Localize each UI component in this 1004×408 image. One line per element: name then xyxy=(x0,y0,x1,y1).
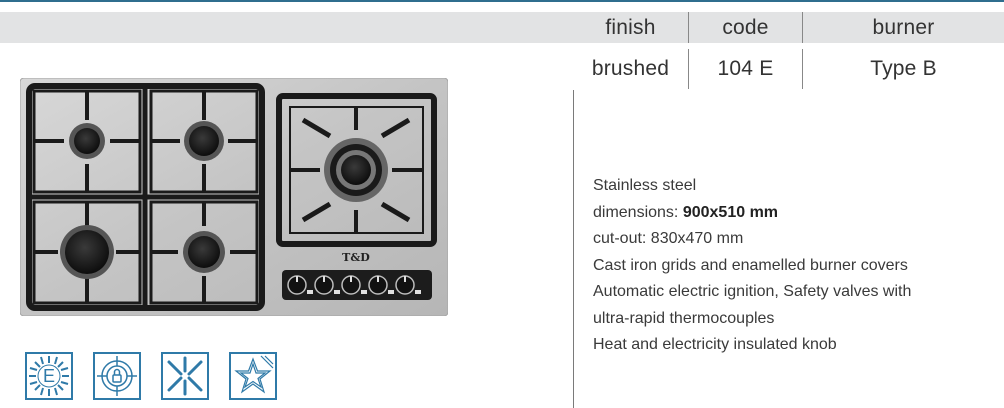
spec-value-row: brushed 104 E Type B xyxy=(573,49,1004,89)
spec-value-finish: brushed xyxy=(591,57,670,80)
electric-ignition-icon xyxy=(161,352,209,400)
star-icon xyxy=(229,352,277,400)
desc-knob: Heat and electricity insulated knob xyxy=(593,336,837,353)
spec-value-burner: Type B xyxy=(870,57,937,80)
product-image: T&D xyxy=(19,77,449,321)
brand-logo: T&D xyxy=(342,251,370,264)
spec-header-burner: burner xyxy=(872,15,935,39)
spec-value-code: 104 E xyxy=(688,49,803,89)
column-divider xyxy=(573,90,574,408)
feature-badges: E xyxy=(25,352,297,400)
desc-grids: Cast iron grids and enamelled burner cov… xyxy=(593,256,908,274)
spec-header-finish: finish xyxy=(605,15,656,39)
spec-table: finish code burner brushed 104 E Type B xyxy=(573,12,1004,89)
desc-ignition: Automatic electric ignition, Safety valv… xyxy=(593,283,912,300)
energy-e-icon: E xyxy=(25,352,73,400)
product-description: Stainless steel dimensions: 900x510 mm c… xyxy=(593,173,993,359)
knob-panel xyxy=(282,270,432,300)
spec-header-row: finish code burner xyxy=(573,12,1004,43)
gas-hob-illustration: T&D xyxy=(19,77,449,317)
wok-burner xyxy=(324,138,388,202)
desc-material: Stainless steel xyxy=(593,177,697,194)
safety-lock-icon xyxy=(93,352,141,400)
desc-dimensions-value: 900x510 mm xyxy=(682,203,779,221)
desc-thermocouples: ultra-rapid thermocouples xyxy=(593,309,775,327)
spec-header-code: code xyxy=(688,12,803,43)
desc-dimensions: dimensions: 900x510 mm xyxy=(593,200,993,227)
desc-dimensions-label: dimensions: xyxy=(593,203,683,221)
energy-letter: E xyxy=(42,365,55,386)
top-rule xyxy=(0,0,1004,2)
desc-cutout: cut-out: 830x470 mm xyxy=(593,230,744,247)
